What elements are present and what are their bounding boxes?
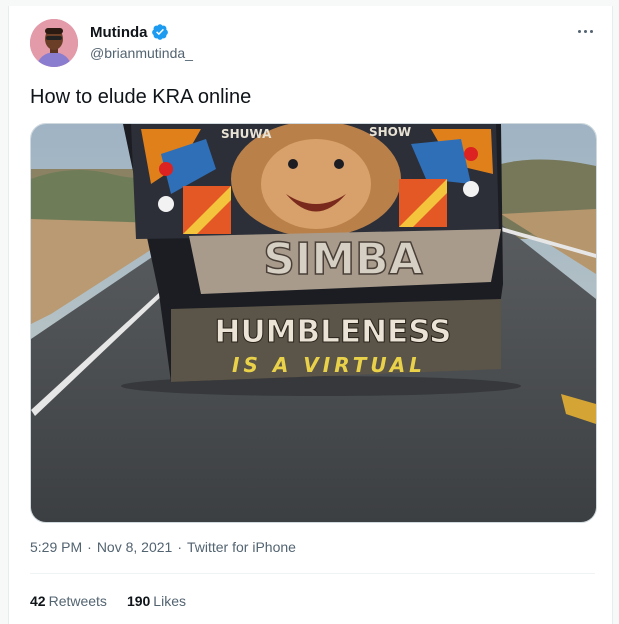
engagement-stats: 42 Retweets 190 Likes — [30, 593, 206, 609]
tweet-text: How to elude KRA online — [30, 86, 252, 108]
user-handle[interactable]: @brianmutinda_ — [90, 45, 193, 61]
separator: · — [87, 539, 92, 555]
bus-top-right-text: SHOW — [369, 125, 411, 139]
slogan-line1: HUMBLENESS — [215, 314, 452, 350]
divider — [30, 573, 595, 574]
tweet-source[interactable]: Twitter for iPhone — [187, 539, 296, 555]
likes-stat[interactable]: 190 Likes — [127, 593, 186, 609]
tweet-time[interactable]: 5:29 PM — [30, 539, 82, 555]
verified-badge-icon — [151, 24, 168, 40]
likes-count: 190 — [126, 593, 151, 609]
separator: · — [177, 539, 182, 555]
name-row: Mutinda — [90, 23, 169, 41]
bus-photo: SIMBA SHUWA SHOW HUMBLENESS IS A VIRTUAL — [31, 124, 596, 522]
retweets-stat[interactable]: 42 Retweets — [30, 593, 107, 609]
retweets-count: 42 — [30, 593, 46, 609]
avatar[interactable] — [30, 19, 78, 67]
retweets-label: Retweets — [48, 593, 107, 609]
display-name[interactable]: Mutinda — [90, 24, 148, 41]
likes-label: Likes — [153, 593, 186, 609]
slogan-line2: IS A VIRTUAL — [232, 353, 426, 377]
bus-name: SIMBA — [263, 234, 422, 285]
tweet-metadata: 5:29 PM · Nov 8, 2021 · Twitter for iPho… — [30, 539, 296, 555]
tweet-date[interactable]: Nov 8, 2021 — [97, 539, 173, 555]
tweet-card: Mutinda @brianmutinda_ How to elude KRA … — [8, 6, 613, 624]
more-options-icon[interactable] — [572, 20, 598, 42]
tweet-image[interactable]: SIMBA SHUWA SHOW HUMBLENESS IS A VIRTUAL — [30, 123, 597, 523]
bus-top-left-text: SHUWA — [221, 127, 272, 141]
